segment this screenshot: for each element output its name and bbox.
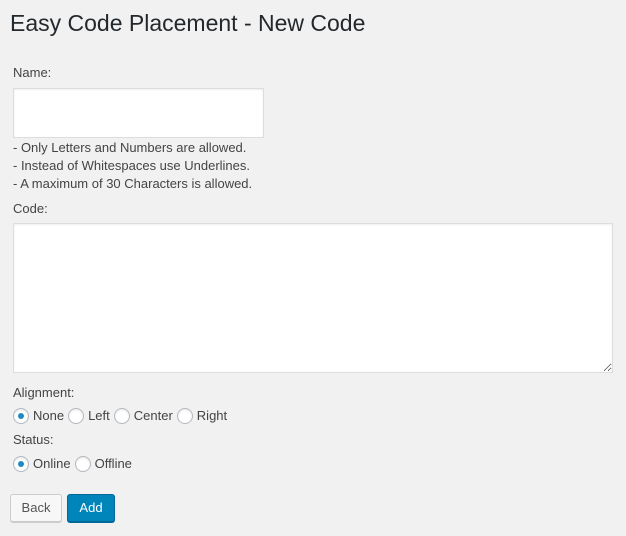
alignment-option-none[interactable]: None — [13, 407, 64, 425]
alignment-option-left[interactable]: Left — [68, 407, 110, 425]
name-hints: - Only Letters and Numbers are allowed. … — [13, 139, 252, 193]
status-option-online[interactable]: Online — [13, 455, 71, 473]
alignment-left-label: Left — [88, 408, 110, 423]
alignment-option-center[interactable]: Center — [113, 407, 173, 425]
status-label: Status: — [13, 432, 54, 447]
hint-underlines: - Instead of Whitespaces use Underlines. — [13, 158, 251, 173]
alignment-label: Alignment: — [13, 385, 75, 400]
alignment-right-label: Right — [196, 408, 228, 423]
hint-max-characters: - A maximum of 30 Characters is allowed. — [13, 176, 253, 191]
alignment-center-radio[interactable] — [113, 408, 130, 424]
name-input[interactable] — [13, 88, 264, 138]
status-radio-group: Online Offline — [13, 455, 136, 473]
status-online-label: Online — [33, 456, 71, 471]
alignment-right-radio[interactable] — [176, 408, 193, 424]
status-option-offline[interactable]: Offline — [74, 455, 132, 473]
status-offline-label: Offline — [94, 456, 132, 471]
hint-letters-numbers: - Only Letters and Numbers are allowed. — [13, 140, 247, 155]
status-offline-radio[interactable] — [74, 456, 91, 472]
alignment-option-right[interactable]: Right — [176, 407, 228, 425]
alignment-none-label: None — [33, 408, 65, 423]
status-online-radio[interactable] — [13, 456, 29, 472]
add-button[interactable]: Add — [67, 494, 115, 522]
name-label: Name: — [13, 65, 52, 80]
code-textarea[interactable] — [13, 223, 613, 373]
page-title: Easy Code Placement - New Code — [10, 10, 366, 36]
code-label: Code: — [13, 201, 48, 216]
alignment-center-label: Center — [133, 408, 173, 423]
back-button[interactable]: Back — [10, 494, 62, 522]
alignment-none-radio[interactable] — [13, 408, 29, 424]
alignment-left-radio[interactable] — [68, 408, 85, 424]
alignment-radio-group: None Left Center Right — [13, 407, 231, 425]
